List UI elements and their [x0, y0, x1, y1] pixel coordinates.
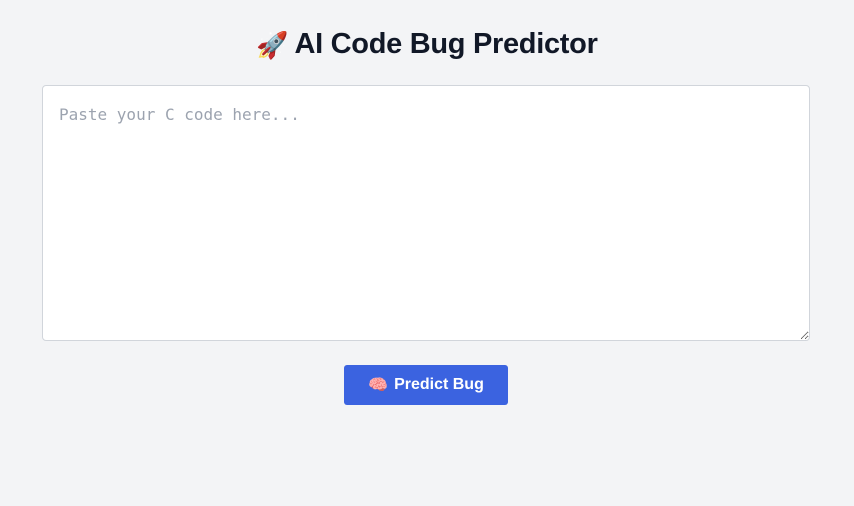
- code-input[interactable]: [42, 85, 810, 341]
- page-title: 🚀 AI Code Bug Predictor: [0, 26, 854, 63]
- page-title-text: AI Code Bug Predictor: [294, 28, 598, 60]
- rocket-icon: 🚀: [256, 30, 289, 60]
- brain-icon: 🧠: [368, 377, 389, 394]
- app-page: 🚀AI Code Bug Predictor 🧠 Predict Bug: [0, 0, 854, 506]
- predict-bug-label: Predict Bug: [394, 376, 484, 393]
- predict-bug-button[interactable]: 🧠 Predict Bug: [344, 365, 508, 405]
